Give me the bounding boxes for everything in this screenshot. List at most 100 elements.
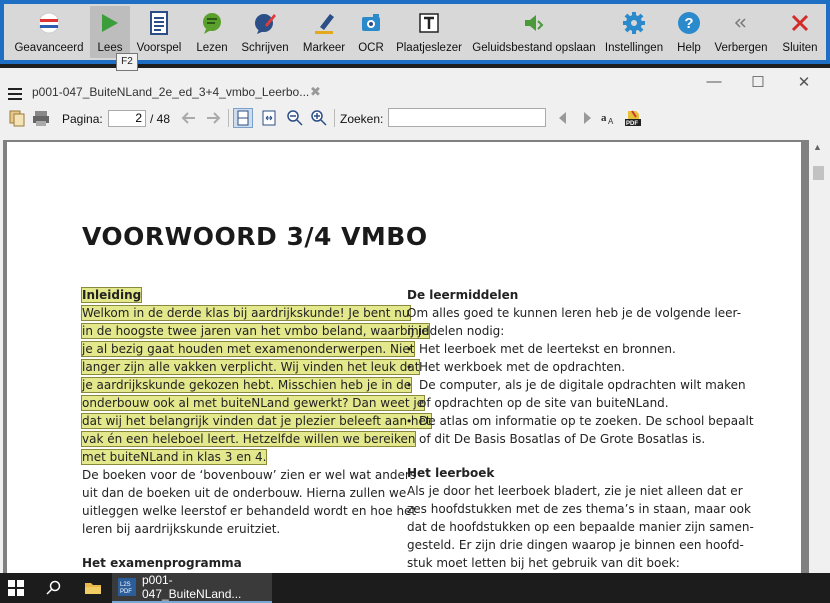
ocr-button[interactable]: OCR — [354, 6, 388, 58]
text-size-icon[interactable]: aA — [600, 109, 618, 127]
arrow-right-icon[interactable] — [204, 109, 222, 127]
save-audio-button[interactable]: Geluidsbestand opslaan — [472, 6, 596, 58]
read-button[interactable]: Lees — [90, 6, 130, 58]
highlight-button[interactable]: Markeer — [300, 6, 348, 58]
predict-button[interactable]: Voorspel — [134, 6, 184, 58]
tab-close-icon[interactable]: ✖ — [310, 84, 321, 100]
read-shortcut-tooltip: F2 — [116, 53, 138, 71]
means-line: middelen nodig: — [407, 324, 505, 338]
search-label: Zoeken: — [340, 112, 384, 126]
bullet-item: Het werkboek met de opdrachten. — [419, 360, 626, 374]
body-line: leren bij aardrijkskunde eruitziet. — [82, 522, 281, 536]
search-icon — [46, 580, 61, 595]
document-lines-icon — [146, 10, 172, 36]
means-line: Om alles goed te kunnen leren heb je de … — [407, 306, 742, 320]
svg-text:a: a — [601, 112, 607, 124]
menu-icon[interactable] — [8, 88, 22, 103]
intro-line: onderbouw ook al met buiteNLand gewerkt?… — [80, 395, 426, 411]
intro-line: je al bezig gaat houden met examenonderw… — [80, 341, 416, 357]
svg-text:L2S: L2S — [120, 582, 131, 588]
body-line: De boeken voor de ‘bovenbouw’ zien er we… — [82, 468, 417, 482]
flag-icon — [36, 10, 62, 36]
intro-line: je aardrijkskunde gekozen hebt. Misschie… — [80, 377, 413, 393]
bullet-item: De atlas om informatie op te zoeken. De … — [419, 414, 754, 428]
double-chevron-left-icon — [728, 10, 754, 36]
svg-text:A: A — [608, 117, 614, 126]
copy-icon[interactable] — [8, 109, 26, 127]
save-audio-icon — [521, 10, 547, 36]
taskbar-app-label: p001-047_BuiteNLand... — [141, 573, 242, 601]
document-toolbar: Pagina: 2 / 48 Zoeken: aA PDF — [0, 104, 830, 132]
search-input[interactable] — [388, 108, 546, 127]
zoom-in-icon[interactable] — [310, 109, 328, 127]
minimize-icon[interactable]: — — [702, 73, 726, 90]
page-number-input[interactable]: 2 — [108, 110, 146, 127]
exam-heading: Het examenprogramma — [82, 556, 242, 570]
means-heading: De leermiddelen — [407, 288, 519, 302]
taskbar: L2S PDF p001-047_BuiteNLand... — [0, 573, 830, 603]
fit-page-icon[interactable] — [233, 108, 253, 128]
advanced-button[interactable]: Geavanceerd — [14, 6, 84, 58]
image-reader-button[interactable]: Plaatjeslezer — [394, 6, 464, 58]
start-button[interactable] — [8, 573, 30, 603]
taskbar-app-button[interactable]: L2S PDF p001-047_BuiteNLand... — [112, 573, 272, 603]
folder-icon — [85, 583, 101, 594]
book-line: stuk moet letten bij het gebruik van dit… — [407, 556, 680, 570]
highlighter-icon — [311, 10, 337, 36]
body-line: uit dan de boeken uit de onderbouw. Hier… — [82, 486, 407, 500]
print-icon[interactable] — [32, 109, 50, 127]
document-window: p001-047_BuiteNLand_2e_ed_3+4_vmbo_Leerb… — [0, 68, 830, 573]
text-frame-icon — [416, 10, 442, 36]
fit-width-icon[interactable] — [260, 109, 278, 127]
bullet-item-continued: of opdrachten op de site van buiteNLand. — [419, 396, 669, 410]
bullet-dot: • — [407, 378, 412, 392]
book-line: Als je door het leerboek bladert, zie je… — [407, 484, 743, 498]
page-title: VOORWOORD 3/4 VMBO — [82, 222, 428, 251]
bullet-item: De computer, als je de digitale opdracht… — [419, 378, 746, 392]
zoom-out-icon[interactable] — [286, 109, 304, 127]
intro-line: met buiteNLand in klas 3 en 4. — [80, 449, 268, 465]
l2s-app-icon: L2SPDF — [118, 578, 136, 596]
document-page: VOORWOORD 3/4 VMBO Inleiding Welkom in d… — [7, 142, 801, 573]
scrollbar-thumb[interactable] — [813, 166, 824, 180]
intro-heading: Inleiding — [80, 287, 143, 303]
file-explorer-button[interactable] — [84, 573, 104, 603]
pen-bubble-icon — [252, 10, 278, 36]
settings-button[interactable]: Instellingen — [602, 6, 666, 58]
bullet-dot: • — [407, 342, 412, 356]
close-icon — [787, 10, 813, 36]
intro-line: in de hoogste twee jaren van het vmbo be… — [81, 323, 430, 339]
camera-icon — [358, 10, 384, 36]
bullet-dot: • — [407, 414, 412, 428]
document-tab-title[interactable]: p001-047_BuiteNLand_2e_ed_3+4_vmbo_Leerb… — [32, 85, 309, 99]
write-button[interactable]: Schrijven — [238, 6, 292, 58]
page-label: Pagina: — [62, 112, 103, 126]
window-close-icon[interactable]: ✕ — [792, 73, 816, 91]
arrow-left-icon[interactable] — [180, 109, 198, 127]
bullet-item: Het leerboek met de leertekst en bronnen… — [419, 342, 676, 356]
lezen-button[interactable]: Lezen — [192, 6, 232, 58]
toolbar-separator — [334, 109, 335, 127]
bullet-dot: • — [407, 360, 412, 374]
maximize-icon[interactable]: ☐ — [746, 73, 770, 91]
hide-button[interactable]: Verbergen — [712, 6, 770, 58]
search-next-icon[interactable] — [578, 109, 596, 127]
search-prev-icon[interactable] — [554, 109, 572, 127]
page-total: / 48 — [150, 112, 171, 126]
pdf-icon[interactable]: PDF — [624, 109, 642, 127]
intro-line: vak én een heleboel leert. Hetzelfde wil… — [80, 431, 417, 447]
document-viewport[interactable]: VOORWOORD 3/4 VMBO Inleiding Welkom in d… — [3, 140, 809, 573]
body-line: uitleggen welke leerstof er behandeld wo… — [82, 504, 417, 518]
book-line: zes hoofdstukken met de zes thema’s in s… — [407, 502, 751, 516]
windows-icon — [8, 580, 24, 596]
scroll-up-icon[interactable]: ▲ — [813, 142, 822, 152]
search-taskbar-button[interactable] — [46, 573, 66, 603]
svg-text:?: ? — [684, 15, 693, 32]
bullet-item-continued: of dit De Basis Bosatlas of De Grote Bos… — [419, 432, 706, 446]
book-heading: Het leerboek — [407, 466, 495, 480]
help-button[interactable]: ? Help — [672, 6, 706, 58]
speech-bubble-icon — [199, 10, 225, 36]
vertical-scrollbar[interactable]: ▲ — [810, 140, 827, 573]
close-app-button[interactable]: Sluiten — [778, 6, 822, 58]
gear-icon — [621, 10, 647, 36]
